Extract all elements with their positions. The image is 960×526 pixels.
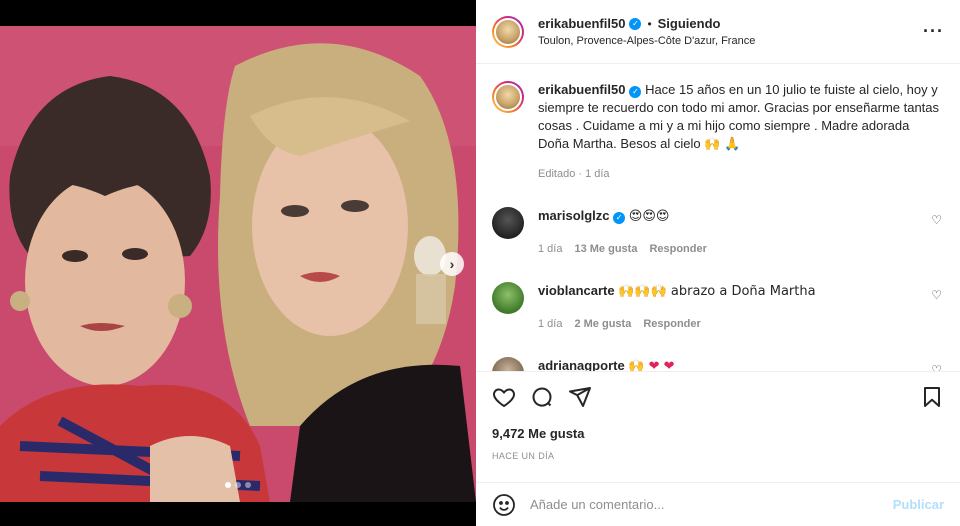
heart-icon[interactable]: ♡ — [931, 213, 942, 227]
post-caption: erikabuenfil50 ✓ Hace 15 años en un 10 ju… — [492, 81, 944, 183]
carousel-dot — [235, 482, 241, 488]
comment-text: 🙌 ❤ ❤ — [628, 359, 675, 371]
comment-bubble-icon[interactable] — [530, 385, 554, 409]
post-sidebar: erikabuenfil50 ✓ • Siguiendo Toulon, Pro… — [476, 0, 960, 526]
reply-button[interactable]: Responder — [649, 240, 706, 258]
photo-illustration — [0, 26, 476, 502]
comment-time: 1 día — [538, 318, 563, 330]
comment-text: 🙌🙌🙌 abrazo a Doña Martha — [618, 284, 816, 299]
post-modal: › erikabuenfil50 ✓ • Siguiendo Toulon, P… — [0, 0, 960, 526]
comment-likes[interactable]: 2 Me gusta — [574, 315, 631, 333]
post-actions — [476, 371, 960, 421]
location-link[interactable]: Toulon, Provence-Alpes-Côte D'azur, Fran… — [538, 35, 923, 47]
comment-likes[interactable]: 13 Me gusta — [574, 240, 637, 258]
comment-time: 1 día — [538, 243, 563, 255]
verified-badge-icon: ✓ — [629, 17, 642, 30]
following-button[interactable]: Siguiendo — [658, 16, 721, 31]
avatar[interactable] — [492, 282, 524, 314]
username-link[interactable]: erikabuenfil50 — [538, 16, 625, 31]
comment-item: adrianagporte 🙌 ❤ ❤ ♡ — [492, 357, 944, 371]
emoji-smile-icon[interactable] — [492, 493, 516, 517]
more-horizontal-icon[interactable]: ··· — [923, 21, 944, 42]
caption-username[interactable]: erikabuenfil50 — [538, 82, 625, 97]
comment-username[interactable]: vioblancarte — [538, 283, 615, 298]
avatar[interactable] — [492, 81, 524, 113]
comment-input[interactable] — [530, 497, 893, 512]
add-comment-bar: Publicar — [476, 482, 960, 526]
verified-badge-icon: ✓ — [629, 86, 642, 98]
carousel-dot — [225, 482, 231, 488]
like-heart-icon[interactable] — [492, 385, 516, 409]
bookmark-icon[interactable] — [920, 385, 944, 409]
post-timestamp: HACE UN DÍA — [492, 451, 555, 461]
comment-text: 😍😍😍 — [628, 209, 670, 224]
carousel-dot — [245, 482, 251, 488]
avatar[interactable] — [492, 357, 524, 371]
comment-item: vioblancarte 🙌🙌🙌 abrazo a Doña Martha 1 … — [492, 282, 944, 333]
heart-icon[interactable]: ♡ — [931, 363, 942, 371]
carousel-dots — [0, 482, 476, 488]
publish-button[interactable]: Publicar — [893, 497, 944, 512]
avatar[interactable] — [492, 207, 524, 239]
comment-username[interactable]: marisolglzc — [538, 208, 610, 223]
share-send-icon[interactable] — [568, 385, 592, 409]
comment-item: marisolglzc ✓ 😍😍😍 1 día 13 Me gusta Resp… — [492, 207, 944, 258]
comment-username[interactable]: adrianagporte — [538, 358, 625, 371]
avatar[interactable] — [492, 15, 524, 48]
carousel-next-button[interactable]: › — [440, 252, 464, 276]
post-photo[interactable]: › — [0, 26, 476, 502]
reply-button[interactable]: Responder — [643, 315, 700, 333]
heart-icon[interactable]: ♡ — [931, 288, 942, 302]
caption-meta: Editado · 1 día — [538, 168, 610, 180]
verified-badge-icon: ✓ — [613, 212, 626, 224]
comments-list[interactable]: erikabuenfil50 ✓ Hace 15 años en un 10 ju… — [476, 65, 960, 371]
post-header: erikabuenfil50 ✓ • Siguiendo Toulon, Pro… — [476, 0, 960, 64]
separator-dot: • — [647, 16, 652, 31]
likes-count[interactable]: 9,472 Me gusta — [492, 426, 585, 441]
